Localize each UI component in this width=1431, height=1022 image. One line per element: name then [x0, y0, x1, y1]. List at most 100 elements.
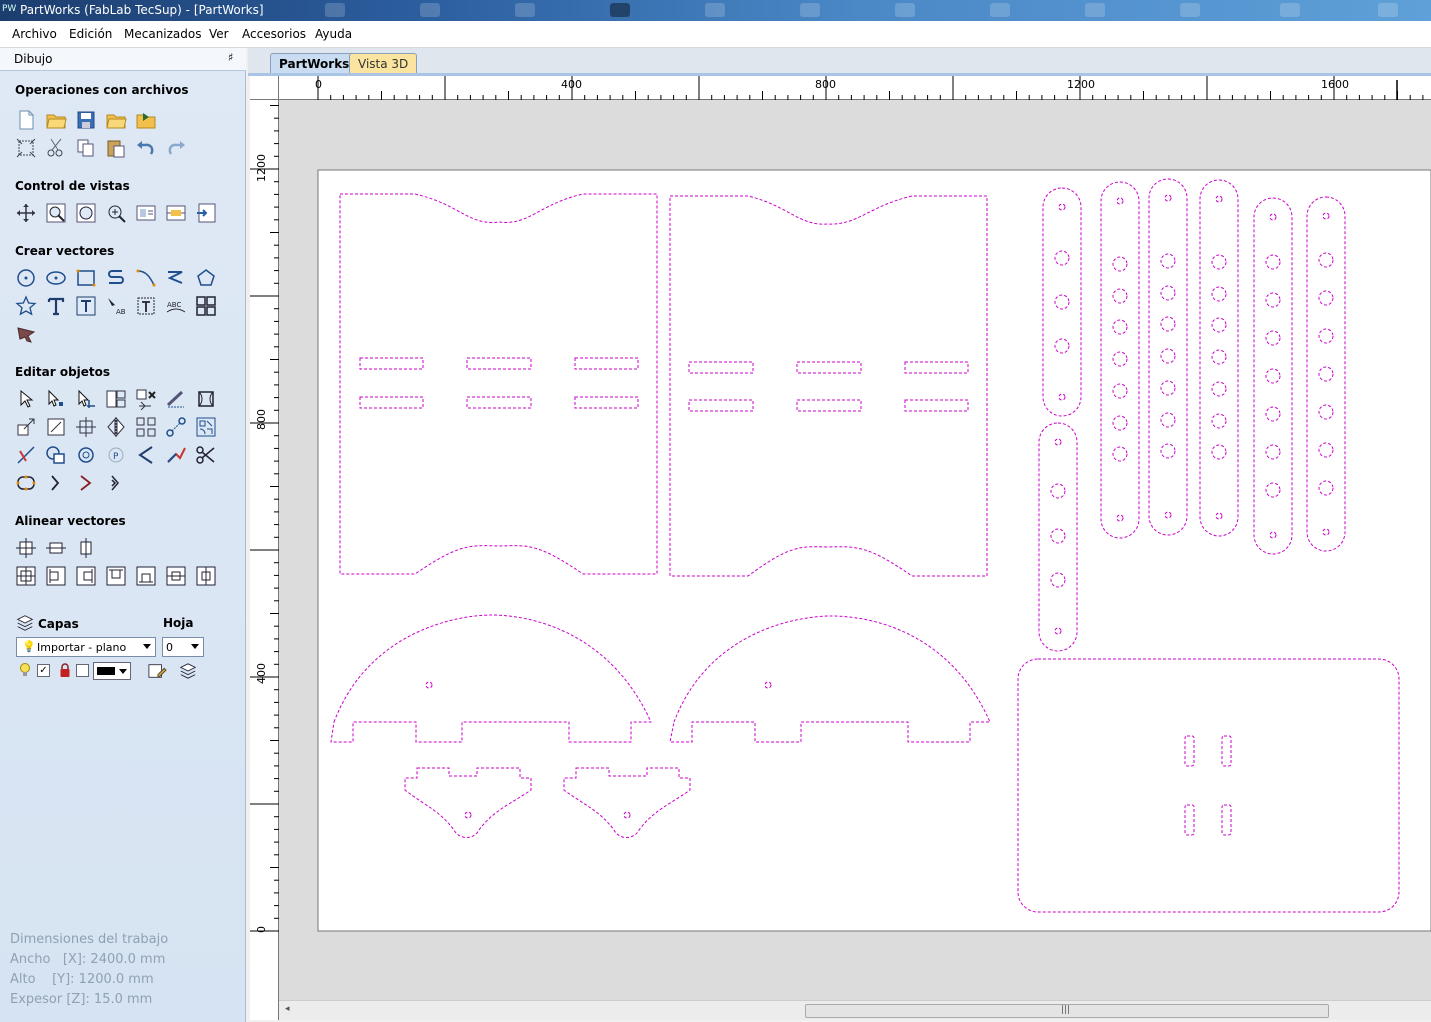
menu-edicion[interactable]: Edición: [69, 27, 112, 41]
set-size-icon[interactable]: [45, 416, 67, 438]
group-icon[interactable]: [105, 388, 127, 410]
menu-ayuda[interactable]: Ayuda: [315, 27, 352, 41]
resize-icon[interactable]: [15, 416, 37, 438]
view-3d-icon[interactable]: [195, 202, 217, 224]
rectangle-tool-icon[interactable]: [75, 267, 97, 289]
zoom-selection-icon[interactable]: [105, 202, 127, 224]
bitmap-trace-icon[interactable]: [15, 323, 37, 345]
offset-icon[interactable]: [75, 444, 97, 466]
dogbone-icon[interactable]: [45, 472, 67, 494]
align-top-icon[interactable]: [105, 565, 127, 587]
node-edit-icon[interactable]: [45, 388, 67, 410]
layer-lock-checkbox[interactable]: [76, 664, 89, 677]
qr-code-icon[interactable]: [195, 295, 217, 317]
layer-stack-icon[interactable]: [178, 662, 198, 680]
layer-color-picker[interactable]: [93, 662, 131, 680]
scissors-icon[interactable]: [195, 444, 217, 466]
align-vcenter-icon[interactable]: [75, 537, 97, 559]
tab-partworks[interactable]: PartWorks: [270, 53, 359, 74]
join-nodes-icon[interactable]: [165, 416, 187, 438]
select-all-icon[interactable]: [15, 137, 37, 159]
view-split-icon[interactable]: [165, 202, 187, 224]
mirror-icon[interactable]: [105, 416, 127, 438]
scrollbar-thumb[interactable]: |||: [805, 1004, 1329, 1018]
view-2d-icon[interactable]: [135, 202, 157, 224]
sheet-dropdown[interactable]: 0: [162, 637, 204, 657]
smooth-corner-icon[interactable]: [135, 444, 157, 466]
transform-select-icon[interactable]: [75, 388, 97, 410]
layer-visible-bulb-icon[interactable]: [18, 662, 32, 678]
zoom-extents-icon[interactable]: [75, 202, 97, 224]
text-box-tool-icon[interactable]: [75, 295, 97, 317]
fillet-icon[interactable]: P: [105, 444, 127, 466]
text-arc-icon[interactable]: ABC: [165, 295, 187, 317]
lock-icon[interactable]: [58, 662, 72, 678]
star-tool-icon[interactable]: [15, 295, 37, 317]
polygon-tool-icon[interactable]: [195, 267, 217, 289]
select-arrow-icon[interactable]: [15, 388, 37, 410]
array-copy-icon[interactable]: [135, 416, 157, 438]
trim-icon[interactable]: [15, 444, 37, 466]
scale-icon[interactable]: [195, 388, 217, 410]
ruler-label: 800: [255, 409, 268, 430]
import-folder-icon[interactable]: [135, 109, 157, 131]
align-left-icon[interactable]: [45, 565, 67, 587]
pan-icon[interactable]: [15, 202, 37, 224]
align-center-icon[interactable]: [15, 537, 37, 559]
job-canvas[interactable]: [279, 100, 1431, 1000]
layer-visible-checkbox[interactable]: ✓: [37, 664, 50, 677]
bounding-box-icon[interactable]: [15, 472, 37, 494]
taskbar-thumb-icon: [705, 3, 725, 17]
nesting-icon[interactable]: [195, 416, 217, 438]
menu-accesorios[interactable]: Accesorios: [242, 27, 306, 41]
align-all-center-icon[interactable]: [15, 565, 37, 587]
drawing-area[interactable]: 0 400 800 1200 1600 1200 800 400 0: [250, 76, 1431, 1020]
zoom-icon[interactable]: [45, 202, 67, 224]
menu-ver[interactable]: Ver: [209, 27, 229, 41]
spline-tool-icon[interactable]: [165, 267, 187, 289]
open-folder-icon[interactable]: [45, 109, 67, 131]
align-bottom-icon[interactable]: [135, 565, 157, 587]
measure-icon[interactable]: [165, 388, 187, 410]
tbone-icon[interactable]: [75, 472, 97, 494]
paste-icon[interactable]: [105, 137, 127, 159]
copy-icon[interactable]: [75, 137, 97, 159]
layer-dropdown[interactable]: 💡 Importar - plano: [16, 637, 156, 657]
layers-icon: [15, 613, 35, 633]
curve-tool-icon[interactable]: [135, 267, 157, 289]
extend-icon[interactable]: [165, 444, 187, 466]
open-folder-alt-icon[interactable]: [105, 109, 127, 131]
text-fit-icon[interactable]: [135, 295, 157, 317]
svg-text:P: P: [113, 452, 119, 462]
undo-icon[interactable]: [135, 137, 157, 159]
horizontal-scrollbar[interactable]: ◂ |||: [279, 1000, 1431, 1020]
menu-mecanizados[interactable]: Mecanizados: [124, 27, 202, 41]
ungroup-icon[interactable]: [135, 388, 157, 411]
chevron-fillet-icon[interactable]: [105, 472, 127, 494]
cut-icon[interactable]: [45, 137, 67, 159]
section-view-control: Control de vistas: [15, 179, 130, 193]
text-on-curve-icon[interactable]: AB: [105, 295, 127, 317]
scroll-left-arrow-icon[interactable]: ◂: [285, 1004, 290, 1014]
pin-icon[interactable]: ♯: [228, 51, 233, 64]
redo-icon[interactable]: [165, 137, 187, 159]
move-icon[interactable]: [75, 416, 97, 438]
align-middle-v-icon[interactable]: [195, 565, 217, 587]
tab-vista-3d[interactable]: Vista 3D: [349, 53, 418, 74]
color-swatch: [97, 667, 115, 675]
text-tool-icon[interactable]: [45, 295, 67, 317]
align-right-icon[interactable]: [75, 565, 97, 587]
chevron-down-icon: [143, 644, 151, 649]
layer-manager-icon[interactable]: [147, 662, 167, 680]
ruler-corner: [250, 76, 279, 100]
weld-icon[interactable]: [45, 444, 67, 466]
circle-tool-icon[interactable]: [15, 267, 37, 289]
save-icon[interactable]: [75, 109, 97, 131]
align-hcenter-icon[interactable]: [45, 537, 67, 559]
taskbar-thumb-icon: [990, 3, 1010, 17]
align-middle-h-icon[interactable]: [165, 565, 187, 587]
new-file-icon[interactable]: [15, 109, 37, 131]
menu-archivo[interactable]: Archivo: [12, 27, 57, 41]
ellipse-tool-icon[interactable]: [45, 267, 67, 289]
polyline-tool-icon[interactable]: [105, 267, 127, 289]
